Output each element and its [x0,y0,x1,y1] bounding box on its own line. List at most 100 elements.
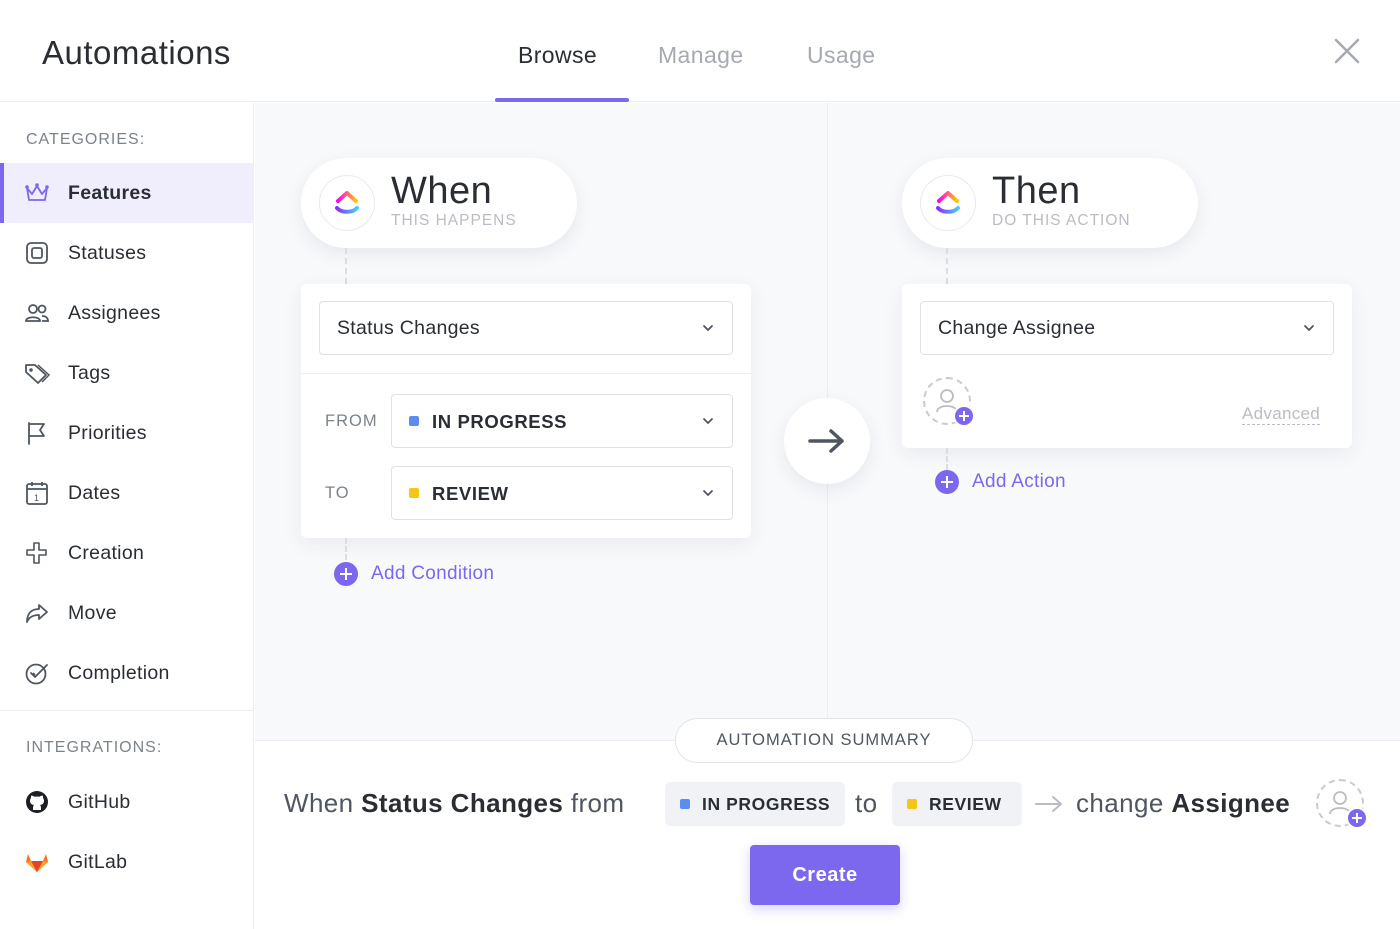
summary-trigger: Status Changes [361,788,564,818]
add-assignee-icon [953,405,975,427]
summary-target: Assignee [1171,788,1291,818]
plus-circle-icon [935,470,959,494]
tab-usage[interactable]: Usage [807,42,875,69]
sidebar-item-label: Dates [68,481,121,504]
advanced-link[interactable]: Advanced [1242,404,1321,425]
add-condition-button[interactable]: Add Condition [334,562,494,586]
sidebar-item-label: Features [68,181,152,204]
sidebar-item-statuses[interactable]: Statuses [0,223,254,283]
sidebar-item-label: GitLab [68,850,128,873]
chevron-down-icon [703,325,713,332]
summary-to-chip: REVIEW [892,782,1022,826]
to-status-value: REVIEW [432,483,509,504]
sidebar-item-label: Assignees [68,301,161,324]
add-assignee-icon [1346,807,1368,829]
tab-browse[interactable]: Browse [518,42,597,69]
add-action-button[interactable]: Add Action [935,470,1066,494]
sidebar-item-features[interactable]: Features [0,163,254,223]
categories-label: CATEGORIES: [26,131,146,148]
chevron-down-icon [703,490,713,497]
trigger-header: When THIS HAPPENS [301,158,577,248]
header: Automations Browse Manage Usage [0,0,1400,102]
summary-action: change Assignee [1076,788,1290,819]
share-arrow-icon [26,604,48,623]
summary-change-word: change [1076,788,1164,818]
to-label: TO [325,484,350,502]
tab-manage[interactable]: Manage [658,42,744,69]
assignee-picker[interactable] [923,377,975,427]
to-status-select[interactable]: REVIEW [391,466,733,520]
sidebar-item-label: Tags [68,361,111,384]
trigger-card: Status Changes FROM IN PROGRESS TO REVIE… [301,284,751,538]
clickup-logo-icon [936,191,960,214]
sidebar-item-dates[interactable]: 1 Dates [0,463,254,523]
arrow-right-icon [808,429,844,453]
from-label: FROM [325,412,378,430]
sidebar-item-label: Completion [68,661,170,684]
summary-from-chip-text: IN PROGRESS [702,794,831,814]
summary-from-word: from [570,788,625,818]
summary-from-chip: IN PROGRESS [665,782,845,826]
action-title: Then [992,170,1081,212]
crown-icon [25,183,49,201]
flow-arrow [784,398,870,484]
action-subtitle: DO THIS ACTION [992,212,1131,229]
close-button[interactable] [1330,34,1364,68]
sidebar-item-move[interactable]: Move [0,583,254,643]
sidebar-item-label: Move [68,601,117,624]
clickup-logo-icon [335,191,359,214]
summary-arrow-icon [1035,796,1062,812]
add-condition-label: Add Condition [371,563,495,584]
trigger-subtitle: THIS HAPPENS [391,212,517,229]
sidebar-item-priorities[interactable]: Priorities [0,403,254,463]
sidebar-item-creation[interactable]: Creation [0,523,254,583]
connector-line [946,448,948,470]
trigger-select[interactable]: Status Changes [319,301,733,355]
summary-to-word: to [855,788,878,818]
action-header: Then DO THIS ACTION [902,158,1198,248]
plus-circle-icon [334,562,358,586]
from-status-value: IN PROGRESS [432,411,568,432]
from-status-select[interactable]: IN PROGRESS [391,394,733,448]
trigger-select-value: Status Changes [337,317,480,339]
github-icon [26,791,48,813]
sidebar-item-label: Priorities [68,421,147,444]
status-square-icon [26,242,48,264]
summary-when: When Status Changes from [284,788,624,819]
sidebar-item-label: Creation [68,541,145,564]
status-dot-review [409,488,419,498]
sidebar-item-tags[interactable]: Tags [0,343,254,403]
sidebar-item-completion[interactable]: Completion [0,643,254,703]
sidebar-item-gitlab[interactable]: GitLab [0,832,254,892]
summary-assignee-picker[interactable] [1316,779,1368,829]
sidebar-divider [0,710,254,711]
card-separator [301,373,751,374]
clickup-logo [920,175,976,231]
active-tab-indicator [495,98,629,102]
sidebar-item-label: Statuses [68,241,147,264]
automation-summary-label: AUTOMATION SUMMARY [675,718,973,763]
action-select[interactable]: Change Assignee [920,301,1334,355]
create-button[interactable]: Create [750,845,900,905]
flag-icon [28,422,45,445]
action-select-value: Change Assignee [938,317,1096,339]
check-circle-icon [25,663,48,685]
close-icon [1334,38,1360,64]
status-dot-in-progress [409,416,419,426]
sidebar-item-assignees[interactable]: Assignees [0,283,254,343]
gitlab-icon [26,854,48,872]
tags-icon [25,364,50,384]
chevron-down-icon [703,418,713,425]
chevron-down-icon [1304,325,1314,332]
app-title: Automations [42,34,231,71]
connector-line [946,248,948,284]
svg-text:1: 1 [34,493,39,503]
plus-outline-icon [26,542,47,564]
sidebar: CATEGORIES: Features Statuses Assignees … [0,103,254,929]
sidebar-item-github[interactable]: GitHub [0,772,254,832]
integrations-label: INTEGRATIONS: [26,739,163,756]
calendar-icon: 1 [26,482,48,505]
connector-line [345,538,347,560]
status-dot-in-progress [680,799,690,809]
add-action-label: Add Action [972,471,1066,492]
